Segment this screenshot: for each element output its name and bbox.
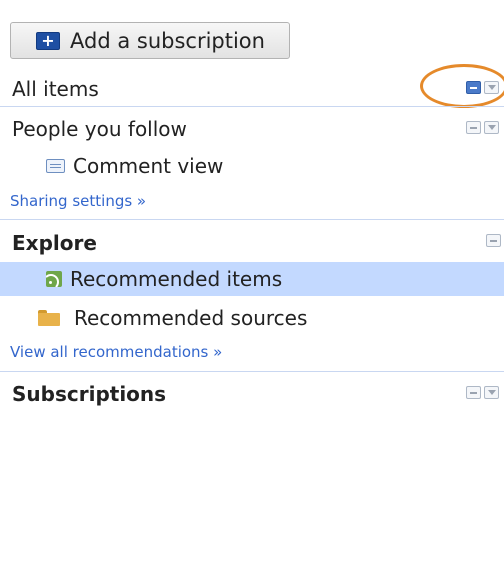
comment-view-label: Comment view xyxy=(73,154,224,178)
nav-item-recommended-items[interactable]: Recommended items xyxy=(0,262,504,296)
nav-item-recommended-sources[interactable]: Recommended sources xyxy=(0,302,504,334)
chevron-down-icon xyxy=(487,125,496,130)
explore-label: Explore xyxy=(12,231,97,255)
recommended-sources-label: Recommended sources xyxy=(74,306,308,330)
divider xyxy=(0,219,504,220)
add-subscription-label: Add a subscription xyxy=(70,28,265,53)
add-subscription-button[interactable]: + Add a subscription xyxy=(10,22,290,59)
comment-icon xyxy=(46,159,65,173)
dropdown-toggle[interactable] xyxy=(484,386,499,399)
feed-icon xyxy=(46,271,62,287)
nav-item-people-you-follow[interactable]: People you follow xyxy=(0,114,504,144)
subscriptions-label: Subscriptions xyxy=(12,382,167,406)
annotation-circle xyxy=(420,64,504,108)
divider xyxy=(0,106,504,107)
folder-icon xyxy=(38,310,60,326)
recommended-items-label: Recommended items xyxy=(70,267,283,291)
explore-heading[interactable]: Explore xyxy=(0,228,504,258)
collapse-toggle[interactable] xyxy=(466,386,481,399)
nav-item-comment-view[interactable]: Comment view xyxy=(0,150,504,182)
all-items-label: All items xyxy=(12,77,99,101)
collapse-toggle[interactable] xyxy=(486,234,501,247)
subscriptions-heading[interactable]: Subscriptions xyxy=(0,379,504,409)
dropdown-toggle[interactable] xyxy=(484,121,499,134)
minus-icon xyxy=(470,391,477,394)
divider xyxy=(0,371,504,372)
sharing-settings-link[interactable]: Sharing settings » xyxy=(10,192,146,210)
view-all-recommendations-link[interactable]: View all recommendations » xyxy=(10,343,222,361)
chevron-down-icon xyxy=(487,390,496,395)
plus-icon: + xyxy=(36,31,60,50)
minus-icon xyxy=(490,239,497,242)
minus-icon xyxy=(470,126,477,129)
people-you-follow-label: People you follow xyxy=(12,117,187,141)
collapse-toggle[interactable] xyxy=(466,121,481,134)
